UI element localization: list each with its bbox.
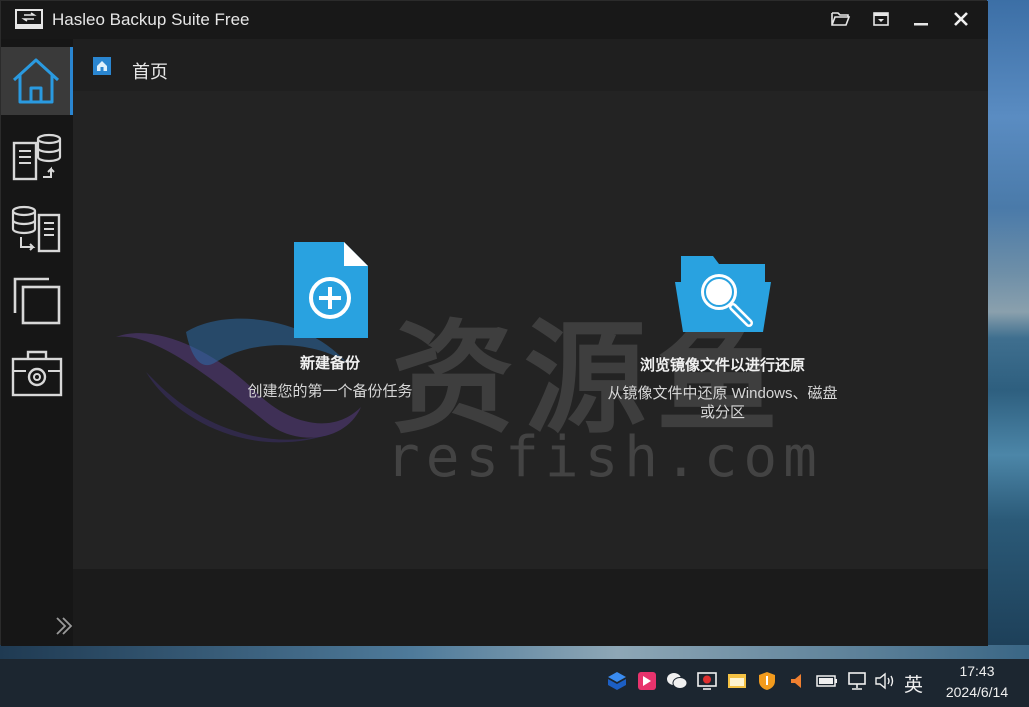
sidebar-item-home[interactable] xyxy=(1,47,73,115)
desktop-wallpaper xyxy=(987,0,1029,650)
wechat-icon xyxy=(667,673,688,689)
dropdown-menu-icon xyxy=(873,12,889,26)
app-pink-icon xyxy=(638,672,656,690)
tray-wechat[interactable] xyxy=(666,669,688,693)
clock-date: 2024/6/14 xyxy=(945,684,1009,700)
clone-icon xyxy=(13,277,61,325)
tray-speaker[interactable] xyxy=(874,669,896,693)
shield-icon xyxy=(759,672,775,690)
close-button[interactable] xyxy=(950,9,972,29)
browse-image-desc-line1: 从镜像文件中还原 Windows、磁盘 xyxy=(607,385,838,402)
browse-image-desc: 从镜像文件中还原 Windows、磁盘 或分区 xyxy=(600,384,845,422)
breadcrumb: 首页 xyxy=(73,39,988,91)
tray-app-pink[interactable] xyxy=(636,669,658,693)
tray-screen-record[interactable] xyxy=(696,669,718,693)
backup-icon xyxy=(12,133,62,181)
system-clock[interactable]: 17:43 2024/6/14 xyxy=(936,661,1018,703)
main-content: 首页 xyxy=(73,39,988,646)
restore-icon xyxy=(11,205,61,253)
page-title: 首页 xyxy=(132,62,168,82)
sidebar-item-clone[interactable] xyxy=(1,267,73,335)
folder-search-icon xyxy=(674,256,771,332)
desktop-wallpaper-strip xyxy=(0,645,1029,659)
app-logo-icon xyxy=(15,9,43,29)
sidebar xyxy=(1,39,73,646)
clock-time: 17:43 xyxy=(959,663,995,679)
home-panel xyxy=(73,91,988,569)
speaker-icon xyxy=(875,672,894,690)
window-icon xyxy=(728,674,746,688)
volume-alert-icon xyxy=(791,674,801,688)
menu-button[interactable] xyxy=(870,9,892,29)
new-backup-action[interactable]: 新建备份 创建您的第一个备份任务 xyxy=(230,240,430,401)
window-title: Hasleo Backup Suite Free xyxy=(52,10,250,29)
home-icon xyxy=(93,57,111,75)
open-folder-button[interactable] xyxy=(830,9,852,29)
minimize-button[interactable] xyxy=(910,9,932,29)
tray-volume-alert[interactable] xyxy=(786,669,808,693)
content-footer xyxy=(73,569,988,646)
new-backup-desc: 创建您的第一个备份任务 xyxy=(247,383,413,400)
tray-battery[interactable] xyxy=(816,669,838,693)
tray-window[interactable] xyxy=(726,669,748,693)
sidebar-item-backup[interactable] xyxy=(1,123,73,191)
title-bar[interactable]: Hasleo Backup Suite Free xyxy=(1,1,988,39)
dropbox-icon xyxy=(608,672,626,690)
sidebar-item-restore[interactable] xyxy=(1,195,73,263)
close-icon xyxy=(954,12,968,26)
tray-dropbox[interactable] xyxy=(606,669,628,693)
network-icon xyxy=(848,672,866,690)
new-file-plus-icon xyxy=(294,242,368,338)
tray-shield[interactable] xyxy=(756,669,778,693)
screen-record-icon xyxy=(697,672,717,690)
taskbar: 英 17:43 2024/6/14 xyxy=(0,659,1029,707)
ime-indicator[interactable]: 英 xyxy=(904,670,923,697)
tray-network[interactable] xyxy=(846,669,868,693)
browse-image-title: 浏览镜像文件以进行还原 xyxy=(639,357,805,374)
battery-icon xyxy=(816,675,837,687)
toolbox-icon xyxy=(11,350,63,397)
double-chevron-right-icon[interactable] xyxy=(53,615,75,637)
sidebar-item-tools[interactable] xyxy=(1,339,73,407)
new-backup-title: 新建备份 xyxy=(299,355,360,372)
home-icon xyxy=(12,58,59,104)
browse-image-action[interactable]: 浏览镜像文件以进行还原 从镜像文件中还原 Windows、磁盘 或分区 xyxy=(600,252,845,422)
open-folder-icon xyxy=(831,12,851,26)
browse-image-desc-line2: 或分区 xyxy=(699,404,745,421)
minimize-icon xyxy=(914,23,928,26)
